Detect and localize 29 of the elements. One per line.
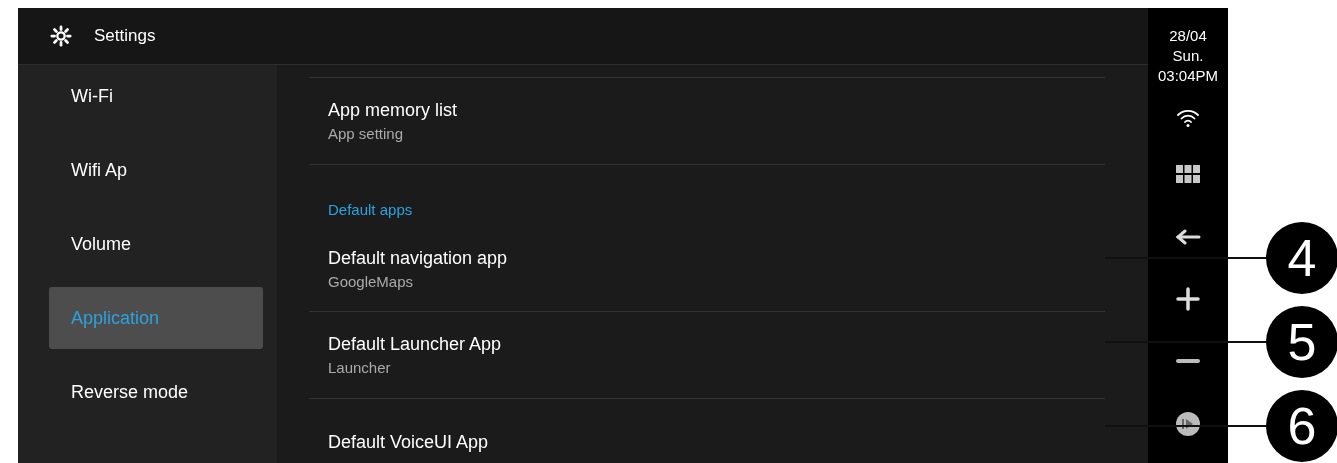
window-title: Settings xyxy=(94,26,156,46)
sidebar-item[interactable]: Wifi Ap xyxy=(49,139,263,201)
minus-icon[interactable] xyxy=(1175,357,1201,365)
sidebar-item[interactable]: Wi-Fi xyxy=(49,65,263,127)
sidebar-item[interactable]: Volume xyxy=(49,213,263,275)
callout-number: 6 xyxy=(1266,390,1337,462)
setting-title: Default Launcher App xyxy=(328,334,503,355)
setting-row[interactable]: Default navigation app GoogleMaps xyxy=(309,226,1105,311)
setting-summary: GoogleMaps xyxy=(328,272,415,290)
setting-title: Default navigation app xyxy=(328,247,509,269)
plus-icon[interactable] xyxy=(1176,287,1200,311)
setting-title: App memory list xyxy=(328,100,459,121)
back-arrow-icon[interactable] xyxy=(1175,229,1201,245)
settings-icon xyxy=(50,25,72,47)
callout-number: 5 xyxy=(1266,306,1337,378)
setting-title: Default VoiceUI App xyxy=(328,431,490,453)
date-text: 28/04 xyxy=(1169,26,1207,46)
setting-summary: App setting xyxy=(328,125,405,142)
sidebar-item[interactable]: Reverse mode xyxy=(49,361,263,423)
weekday-text: Sun. xyxy=(1172,46,1204,66)
setting-row[interactable]: Default VoiceUI App xyxy=(309,398,1105,463)
wifi-icon[interactable] xyxy=(1176,108,1200,128)
callout-number: 4 xyxy=(1266,222,1337,294)
setting-row[interactable]: Default Launcher App Launcher xyxy=(309,311,1105,398)
time-text: 03:04PM xyxy=(1157,66,1218,86)
grid-icon[interactable] xyxy=(1175,164,1201,184)
setting-summary: Launcher xyxy=(328,359,392,376)
category-header: Default apps xyxy=(328,201,413,218)
setting-row[interactable]: App memory list App setting xyxy=(309,77,1105,164)
